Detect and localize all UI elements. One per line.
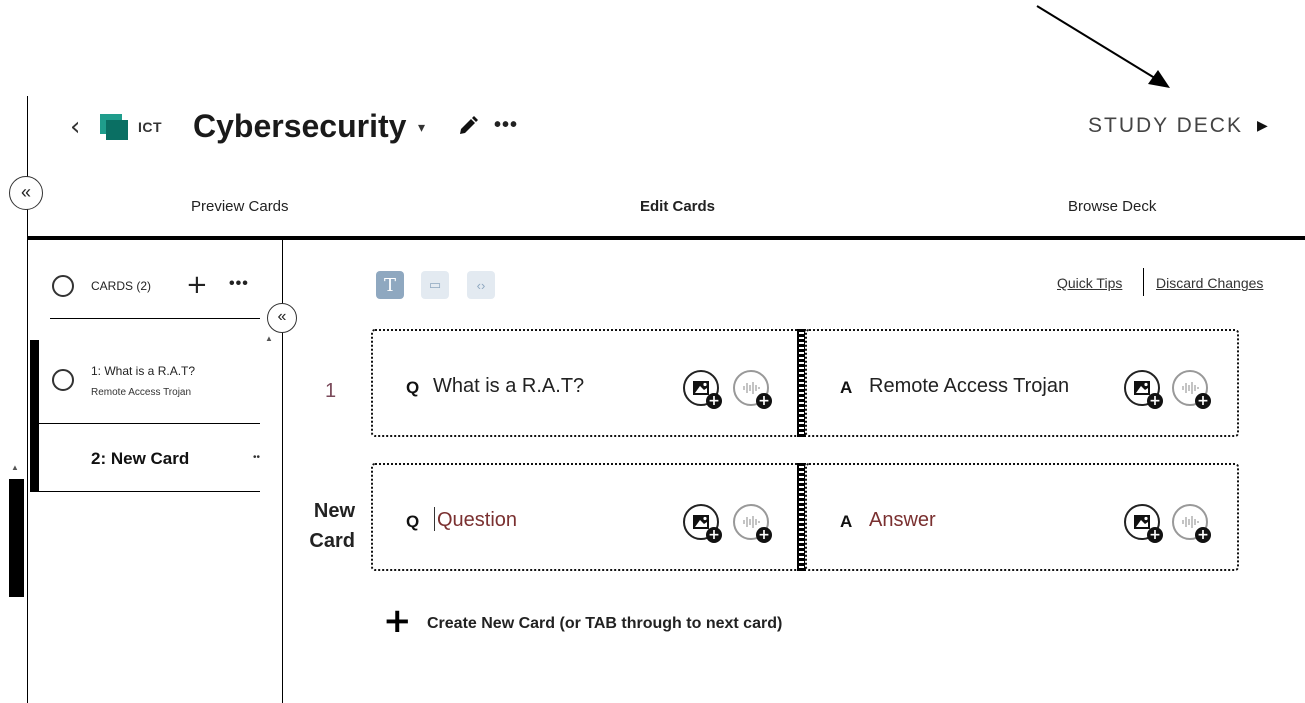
new-card-label-line2: Card [309, 530, 355, 552]
add-card-button[interactable]: + [186, 270, 208, 300]
create-new-card-icon[interactable]: + [383, 604, 412, 638]
card-1-question-text[interactable]: What is a R.A.T? [433, 375, 584, 398]
pencil-icon[interactable] [456, 114, 480, 138]
deck-more-button[interactable]: ••• [494, 114, 518, 137]
sidebar-item-divider [39, 423, 260, 424]
selected-indicator [30, 340, 39, 492]
new-card-answer-input[interactable]: Answer [869, 509, 936, 532]
card-1-number: 1 [325, 380, 337, 402]
create-new-card-button[interactable]: Create New Card (or TAB through to next … [427, 615, 782, 633]
card-1-q-letter: Q [406, 378, 420, 397]
back-button[interactable]: ‹ [70, 112, 92, 142]
quick-tips-link[interactable]: Quick Tips [1057, 275, 1122, 291]
new-card-label-line1: New [313, 500, 355, 522]
image-add-icon[interactable]: + [1124, 370, 1163, 409]
study-deck-label: STUDY DECK [1088, 114, 1243, 137]
new-card-q-letter: Q [406, 512, 420, 531]
deck-logo-icon [97, 110, 131, 144]
collapse-sidebar-button[interactable]: « [267, 303, 297, 333]
link-separator [1143, 268, 1144, 296]
card-1-a-letter: A [840, 378, 853, 397]
deck-dropdown-icon[interactable]: ▾ [418, 119, 425, 136]
audio-add-icon[interactable]: + [1172, 504, 1211, 543]
main-scrollbar-thumb[interactable] [9, 479, 24, 597]
tabs-divider [27, 236, 1305, 240]
card-1-checkbox[interactable] [52, 369, 74, 391]
layout-mode-button[interactable]: ▭ [421, 271, 449, 299]
discard-changes-link[interactable]: Discard Changes [1156, 275, 1263, 291]
play-icon: ▶ [1256, 117, 1270, 133]
code-mode-button[interactable]: ‹› [467, 271, 495, 299]
sidebar-header-divider [50, 318, 260, 319]
main-scroll-up[interactable]: ▲ [11, 463, 19, 472]
tab-edit-cards[interactable]: Edit Cards [640, 198, 715, 215]
text-cursor [434, 507, 435, 531]
audio-add-icon[interactable]: + [733, 370, 772, 409]
deck-code: ICT [138, 119, 163, 135]
sidebar-item-divider [39, 491, 260, 492]
tab-browse-deck[interactable]: Browse Deck [1068, 198, 1156, 215]
audio-add-icon[interactable]: + [733, 504, 772, 543]
new-card-label: New Card [305, 496, 355, 556]
card-1-answer-text[interactable]: Remote Access Trojan [869, 375, 1069, 398]
text-mode-button[interactable]: T [376, 271, 404, 299]
new-card-question-input[interactable]: Question [437, 509, 517, 532]
new-card-a-letter: A [840, 512, 853, 531]
select-all-checkbox[interactable] [52, 275, 74, 297]
collapse-panel-button[interactable]: « [9, 176, 43, 210]
image-add-icon[interactable]: + [683, 370, 722, 409]
image-add-icon[interactable]: + [1124, 504, 1163, 543]
sidebar-item-2-more[interactable]: •• [253, 452, 260, 463]
cards-count-label: CARDS (2) [91, 279, 152, 293]
study-deck-button[interactable]: STUDY DECK ▶ [1088, 114, 1270, 138]
sidebar-item-1-title[interactable]: 1: What is a R.A.T? [91, 364, 195, 378]
sidebar-scroll-up[interactable]: ▲ [265, 334, 273, 343]
image-add-icon[interactable]: + [683, 504, 722, 543]
audio-add-icon[interactable]: + [1172, 370, 1211, 409]
tab-preview-cards[interactable]: Preview Cards [191, 198, 289, 215]
deck-title: Cybersecurity [193, 108, 407, 144]
sidebar-item-1-subtitle: Remote Access Trojan [91, 387, 192, 398]
sidebar-item-2-title[interactable]: 2: New Card [91, 449, 189, 469]
sidebar-more-button[interactable]: ••• [229, 275, 249, 293]
